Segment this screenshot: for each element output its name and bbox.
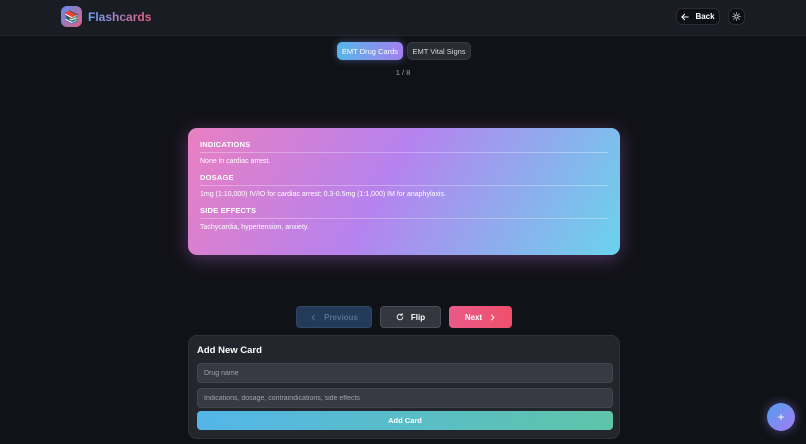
- chevron-right-icon: [489, 314, 496, 321]
- app-title: Flashcards: [88, 10, 152, 24]
- card-details-input[interactable]: [197, 388, 613, 408]
- theme-toggle-button[interactable]: [728, 8, 745, 25]
- chevron-left-icon: [310, 314, 317, 321]
- dosage-text: 1mg (1:10,000) IV/IO for cardiac arrest;…: [200, 191, 446, 198]
- add-card-title: Add New Card: [197, 345, 262, 356]
- previous-label: Previous: [324, 312, 358, 322]
- card-counter: 1 / 8: [395, 68, 411, 77]
- sun-icon: [732, 12, 741, 21]
- top-bar: 📚 Flashcards Back: [0, 0, 806, 36]
- flashcard[interactable]: INDICATIONS None in cardiac arrest. DOSA…: [188, 128, 620, 255]
- next-label: Next: [464, 312, 483, 322]
- flip-button[interactable]: Flip: [380, 306, 441, 328]
- next-button[interactable]: Next: [449, 306, 512, 328]
- tab-emt-vital-signs[interactable]: EMT Vital Signs: [407, 42, 471, 60]
- drug-name-input[interactable]: [197, 363, 613, 383]
- add-card-panel: Add New Card Add Card: [188, 335, 620, 439]
- books-icon: 📚: [64, 9, 79, 24]
- side-effects-text: Tachycardia, hypertension, anxiety.: [200, 224, 309, 231]
- indications-text: None in cardiac arrest.: [200, 158, 271, 165]
- add-card-button[interactable]: Add Card: [197, 411, 613, 430]
- arrow-left-icon: [681, 13, 690, 21]
- plus-icon: +: [777, 410, 785, 424]
- rotate-icon: [396, 313, 404, 321]
- back-button[interactable]: Back: [676, 8, 720, 25]
- side-effects-heading: SIDE EFFECTS: [200, 206, 608, 219]
- dosage-heading: DOSAGE: [200, 173, 608, 186]
- app-logo: 📚: [61, 6, 82, 27]
- floating-add-button[interactable]: +: [767, 403, 795, 431]
- previous-button[interactable]: Previous: [296, 306, 372, 328]
- indications-heading: INDICATIONS: [200, 140, 608, 153]
- flip-label: Flip: [410, 312, 426, 322]
- tab-emt-drug-cards[interactable]: EMT Drug Cards: [337, 42, 403, 60]
- back-label: Back: [695, 12, 715, 21]
